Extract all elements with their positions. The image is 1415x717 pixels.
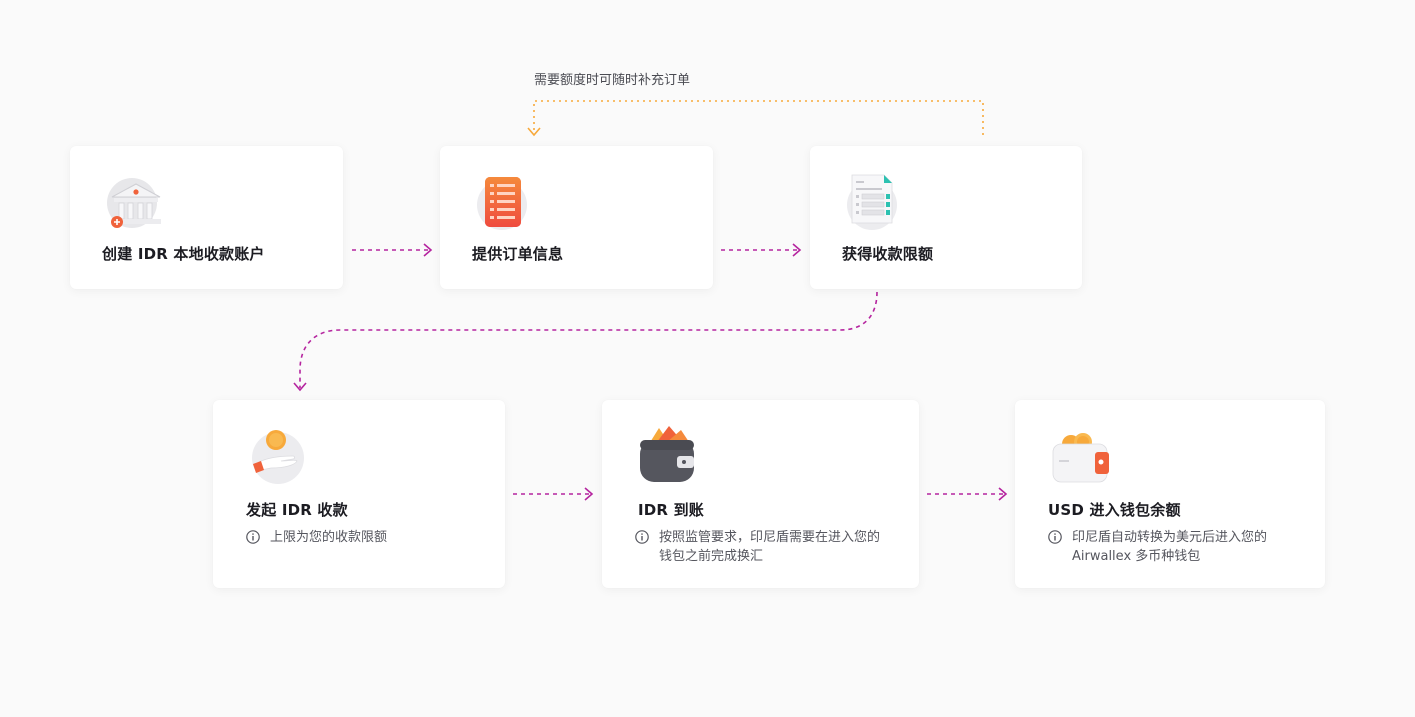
- step-card-create-account: 创建 IDR 本地收款账户: [70, 146, 343, 289]
- arrow-3-4-head: [293, 382, 307, 392]
- step-title: 获得收款限额: [842, 245, 934, 263]
- arrow-2-3-head: [792, 243, 802, 257]
- arrow-1-2-head: [423, 243, 433, 257]
- bank-icon: [107, 178, 161, 228]
- step-note-text: 上限为您的收款限额: [270, 530, 388, 545]
- loop-label: 需要额度时可随时补充订单: [534, 73, 691, 88]
- step-note-text: 按照监管要求，印尼盾需要在进入您的钱包之前完成换汇: [659, 530, 881, 564]
- loop-connector: [533, 100, 984, 135]
- wallet-icon: [640, 426, 694, 482]
- coin-wallet-icon: [1052, 433, 1109, 483]
- step-card-get-limit: 获得收款限额: [810, 146, 1082, 289]
- info-icon: [246, 530, 260, 544]
- document-icon: [847, 174, 897, 230]
- arrow-4-5-head: [584, 487, 594, 501]
- step-note: 上限为您的收款限额: [246, 528, 500, 547]
- info-icon: [1048, 530, 1062, 544]
- step-title: IDR 到账: [638, 501, 705, 519]
- step-card-idr-received: IDR 到账 按照监管要求，印尼盾需要在进入您的钱包之前完成换汇: [602, 400, 919, 588]
- info-icon: [635, 530, 649, 544]
- flow-connectors: [293, 100, 1008, 501]
- step-note-text: 印尼盾自动转换为美元后进入您的 Airwallex 多币种钱包: [1072, 530, 1268, 564]
- step-title: 发起 IDR 收款: [246, 501, 348, 519]
- step-title: 提供订单信息: [472, 245, 564, 263]
- order-list-icon: [477, 177, 527, 230]
- step-title: 创建 IDR 本地收款账户: [102, 245, 265, 263]
- arrow-5-6-head: [998, 487, 1008, 501]
- step-title: USD 进入钱包余额: [1048, 501, 1181, 519]
- step-card-order-info: 提供订单信息: [440, 146, 713, 289]
- coin-hand-icon: [252, 430, 304, 484]
- step-card-initiate-payment: 发起 IDR 收款 上限为您的收款限额: [213, 400, 505, 588]
- step-note: 按照监管要求，印尼盾需要在进入您的钱包之前完成换汇: [635, 528, 889, 566]
- loop-arrowhead: [527, 127, 541, 137]
- step-card-usd-balance: USD 进入钱包余额 印尼盾自动转换为美元后进入您的 Airwallex 多币种…: [1015, 400, 1325, 588]
- arrow-3-4: [299, 291, 878, 388]
- step-note: 印尼盾自动转换为美元后进入您的 Airwallex 多币种钱包: [1048, 528, 1302, 566]
